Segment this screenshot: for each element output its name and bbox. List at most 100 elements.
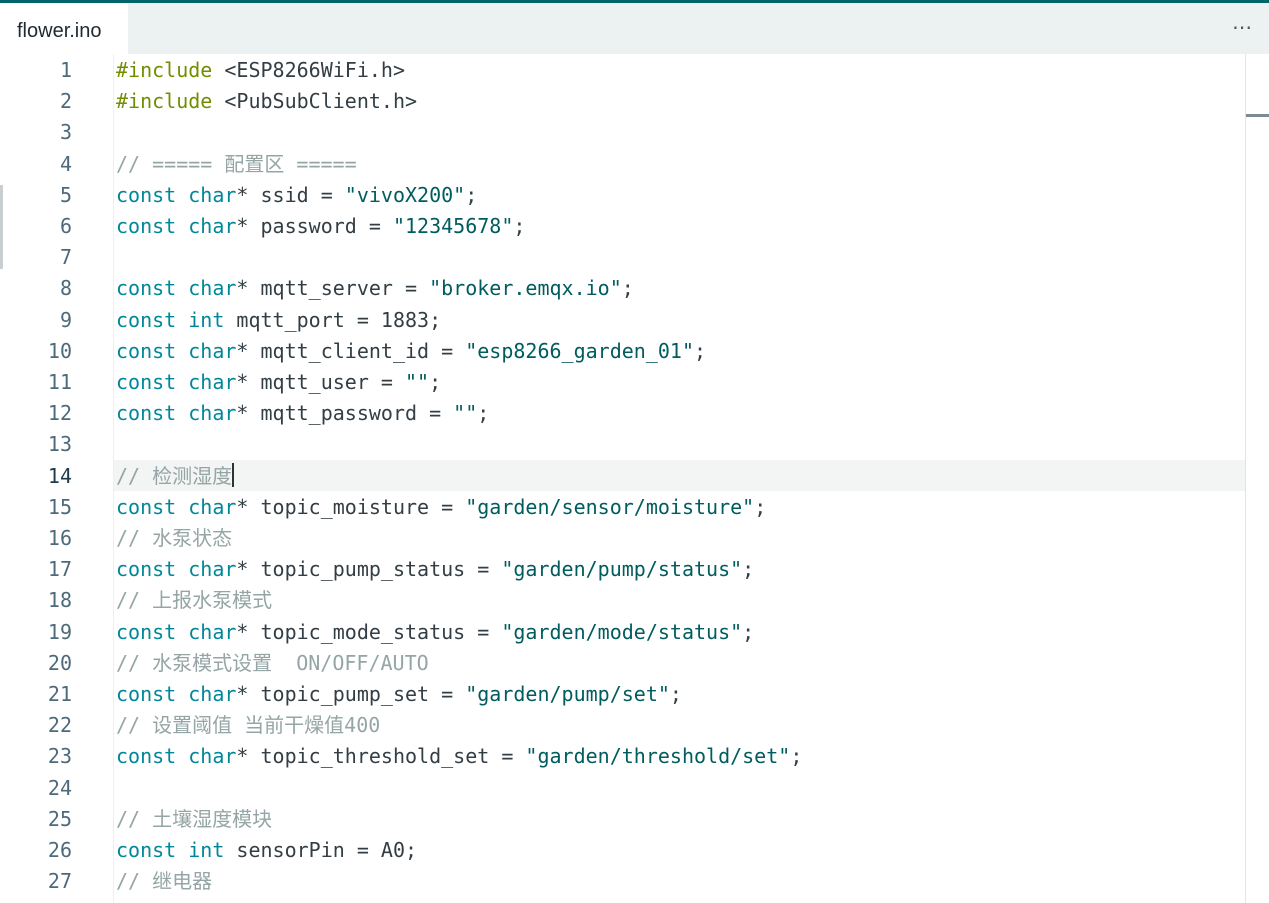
code-line[interactable]: 27 // 继电器 (0, 866, 1245, 897)
code-token: ; (621, 276, 634, 301)
code-token: #include (116, 58, 213, 82)
line-number: 4 (59, 151, 72, 176)
code-text: const char* mqtt_user = ""; (116, 367, 441, 398)
code-token: "vivoX200" (344, 182, 466, 207)
code-text: #include <PubSubClient.h> (116, 86, 417, 117)
code-token: * topic_mode_status = (236, 619, 502, 644)
code-token: const char (116, 494, 237, 519)
line-number: 26 (47, 838, 72, 862)
code-token: const char (116, 682, 237, 706)
code-token: * topic_pump_set = (236, 682, 466, 706)
line-number: 25 (47, 806, 72, 831)
code-line[interactable]: 13 (0, 429, 1245, 460)
code-text: const char* mqtt_password = ""; (116, 398, 489, 429)
code-line[interactable]: 7 (0, 242, 1245, 273)
code-line[interactable]: 8 const char* mqtt_server = "broker.emqx.… (0, 273, 1245, 304)
code-line[interactable]: 11 const char* mqtt_user = ""; (0, 367, 1245, 398)
code-line[interactable]: 22 // 设置阈值 当前干燥值400 (0, 710, 1245, 741)
code-text: const char* ssid = "vivoX200"; (116, 180, 477, 211)
scrollbar-position-marker[interactable] (1246, 114, 1269, 117)
code-token: const char (116, 370, 237, 394)
code-text: const char* mqtt_client_id = "esp8266_ga… (116, 336, 706, 367)
code-token: ; (790, 744, 803, 769)
code-text: // 上报水泵模式 (116, 585, 272, 616)
code-token: ; (513, 214, 526, 238)
code-token: const char (116, 619, 237, 644)
code-token: ; (754, 494, 767, 519)
code-token: sensorPin = A0; (224, 838, 418, 862)
code-line[interactable]: 3 (0, 117, 1245, 148)
code-line[interactable]: 19 const char* topic_mode_status = "garde… (0, 617, 1245, 648)
code-token: ; (669, 682, 682, 706)
line-number: 11 (47, 370, 72, 394)
code-token: "garden/sensor/moisture" (465, 494, 755, 519)
code-token: // 检测湿度 (116, 463, 233, 488)
code-line[interactable]: 15 const char* topic_moisture = "garden/s… (0, 492, 1245, 523)
code-token: const char (116, 276, 237, 301)
code-text: const int sensorPin = A0; (116, 835, 417, 866)
code-line[interactable]: 23 const char* topic_threshold_set = "gar… (0, 741, 1245, 772)
line-number: 23 (47, 744, 72, 769)
code-line[interactable]: 12 const char* mqtt_password = ""; (0, 398, 1245, 429)
code-token: // ===== 配置区 ===== (116, 151, 357, 176)
code-token: // 水泵状态 (116, 526, 233, 550)
more-options-icon[interactable]: ⋯ (1232, 15, 1253, 39)
code-line[interactable]: 25 // 土壤湿度模块 (0, 804, 1245, 835)
code-token: const char (116, 557, 237, 582)
code-token: ; (477, 401, 490, 426)
code-line[interactable]: 14 // 检测湿度 (0, 461, 1245, 492)
vertical-scrollbar[interactable] (1245, 54, 1269, 903)
code-text: // 土壤湿度模块 (116, 804, 272, 835)
code-line[interactable]: 9 const int mqtt_port = 1883; (0, 305, 1245, 336)
code-token: // 上报水泵模式 (116, 588, 273, 613)
line-number: 27 (47, 869, 72, 894)
code-token: * mqtt_user = (236, 370, 405, 394)
code-text: const char* topic_threshold_set = "garde… (116, 741, 802, 772)
code-token: * topic_pump_status = (236, 557, 502, 582)
code-token: // 继电器 (116, 869, 213, 894)
code-token: * ssid = (236, 182, 345, 207)
code-text: const char* password = "12345678"; (116, 211, 525, 242)
code-text: const char* topic_pump_set = "garden/pum… (116, 679, 682, 710)
code-line[interactable]: 26 const int sensorPin = A0; (0, 835, 1245, 866)
code-line[interactable]: 24 (0, 773, 1245, 804)
code-token: const char (116, 744, 237, 769)
code-editor[interactable]: 1 #include <ESP8266WiFi.h> 2 #include <PubS… (0, 54, 1269, 903)
code-line[interactable]: 1 #include <ESP8266WiFi.h> (0, 55, 1245, 86)
code-line[interactable]: 4 // ===== 配置区 ===== (0, 149, 1245, 180)
code-text: const char* mqtt_server = "broker.emqx.i… (116, 273, 634, 304)
code-token: const int (116, 307, 225, 332)
code-line[interactable]: 2 #include <PubSubClient.h> (0, 86, 1245, 117)
code-token: mqtt_port = 1883; (224, 307, 442, 332)
line-number: 12 (47, 401, 72, 426)
line-number: 8 (59, 276, 72, 301)
code-line[interactable]: 5 const char* ssid = "vivoX200"; (0, 180, 1245, 211)
code-token: "garden/pump/status" (501, 557, 743, 582)
tab-flower-ino[interactable]: flower.ino (0, 3, 128, 54)
code-line[interactable]: 17 const char* topic_pump_status = "garde… (0, 554, 1245, 585)
code-line[interactable]: 21 const char* topic_pump_set = "garden/p… (0, 679, 1245, 710)
code-text: // ===== 配置区 ===== (116, 149, 357, 180)
line-number: 20 (47, 650, 72, 675)
code-text: // 设置阈值 当前干燥值400 (116, 710, 380, 741)
code-line[interactable]: 20 // 水泵模式设置 ON/OFF/AUTO (0, 648, 1245, 679)
line-number: 19 (47, 619, 72, 644)
code-token: "" (405, 370, 430, 394)
code-line[interactable]: 10 const char* mqtt_client_id = "esp8266_… (0, 336, 1245, 367)
code-line[interactable]: 16 // 水泵状态 (0, 523, 1245, 554)
code-line[interactable]: 6 const char* password = "12345678"; (0, 211, 1245, 242)
line-number: 9 (59, 307, 72, 332)
code-token: * password = (236, 214, 393, 238)
code-token: #include (116, 89, 213, 114)
code-token: "esp8266_garden_01" (465, 338, 694, 363)
code-token: // 水泵模式设置 ON/OFF/AUTO (116, 650, 429, 675)
code-text: // 水泵模式设置 ON/OFF/AUTO (116, 648, 429, 679)
code-token: * mqtt_password = (236, 401, 454, 426)
code-token: const char (116, 214, 237, 238)
code-token: const int (116, 838, 225, 862)
tab-bar: flower.ino ⋯ (0, 3, 1269, 54)
code-token: ; (465, 182, 478, 207)
code-line[interactable]: 18 // 上报水泵模式 (0, 585, 1245, 616)
line-number: 21 (47, 682, 72, 706)
code-token: * topic_moisture = (236, 494, 466, 519)
